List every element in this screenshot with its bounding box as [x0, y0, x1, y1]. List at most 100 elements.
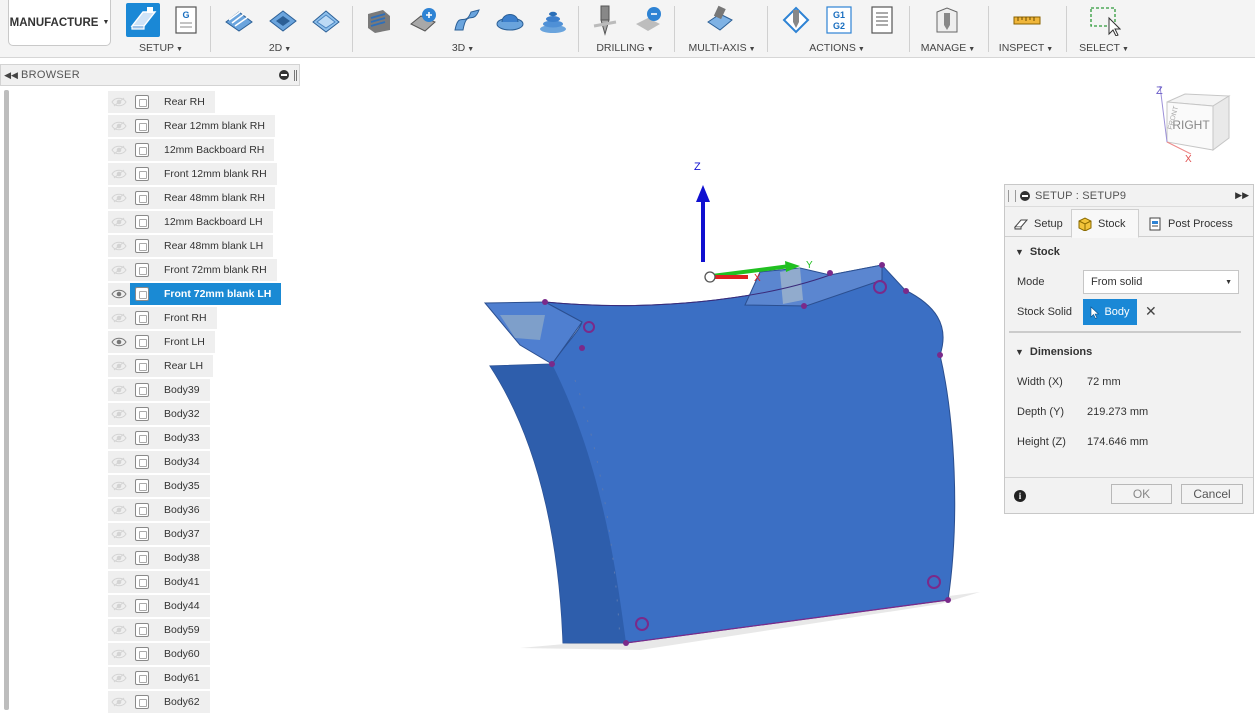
- browser-item[interactable]: Body62: [108, 691, 210, 713]
- 3d-parallel-icon[interactable]: [450, 3, 484, 37]
- stock-solid-selection[interactable]: Body: [1083, 299, 1137, 325]
- thread-icon[interactable]: [631, 3, 665, 37]
- browser-item-content[interactable]: Front 12mm blank RH: [130, 167, 277, 181]
- 3d-contour-icon[interactable]: [493, 3, 527, 37]
- eye-hidden-icon[interactable]: [108, 211, 130, 233]
- new-setup-icon[interactable]: [126, 3, 160, 37]
- browser-item-content[interactable]: Rear LH: [130, 359, 213, 373]
- cancel-button[interactable]: Cancel: [1181, 484, 1243, 504]
- eye-hidden-icon[interactable]: [108, 523, 130, 545]
- eye-hidden-icon[interactable]: [108, 667, 130, 689]
- tool-library-icon[interactable]: [930, 3, 964, 37]
- browser-item-content[interactable]: Body36: [130, 503, 210, 517]
- actions-group-label[interactable]: ACTIONS ▼: [809, 42, 865, 54]
- stock-section-header[interactable]: ▼ Stock: [1015, 246, 1060, 258]
- eye-hidden-icon[interactable]: [108, 427, 130, 449]
- browser-item-content[interactable]: Rear 48mm blank LH: [130, 239, 273, 253]
- eye-icon[interactable]: [108, 283, 130, 305]
- browser-item[interactable]: Body36: [108, 499, 210, 521]
- browser-item-content[interactable]: Body41: [130, 575, 210, 589]
- browser-item[interactable]: 12mm Backboard LH: [108, 211, 273, 233]
- browser-item-content[interactable]: Front RH: [130, 311, 217, 325]
- eye-hidden-icon[interactable]: [108, 499, 130, 521]
- measure-icon[interactable]: [1010, 3, 1044, 37]
- multi-axis-icon[interactable]: [703, 3, 737, 37]
- browser-item-content[interactable]: Body38: [130, 551, 210, 565]
- browser-item[interactable]: Body35: [108, 475, 210, 497]
- browser-item-content[interactable]: Body61: [130, 671, 210, 685]
- 3d-adaptive-icon[interactable]: [362, 3, 396, 37]
- browser-item[interactable]: Body34: [108, 451, 210, 473]
- 3d-group-label[interactable]: 3D ▼: [452, 42, 474, 54]
- eye-hidden-icon[interactable]: [108, 547, 130, 569]
- ok-button[interactable]: OK: [1111, 484, 1172, 504]
- dialog-titlebar[interactable]: SETUP : SETUP9 ▶▶: [1005, 185, 1253, 207]
- eye-hidden-icon[interactable]: [108, 595, 130, 617]
- tab-stock[interactable]: Stock: [1071, 209, 1139, 238]
- post-process-icon[interactable]: G1 G2: [822, 3, 856, 37]
- eye-hidden-icon[interactable]: [108, 187, 130, 209]
- browser-item[interactable]: Body38: [108, 547, 210, 569]
- browser-item-content[interactable]: Body44: [130, 599, 210, 613]
- multi-axis-group-label[interactable]: MULTI-AXIS ▼: [688, 42, 755, 54]
- eye-hidden-icon[interactable]: [108, 571, 130, 593]
- 2d-face-icon[interactable]: [309, 3, 343, 37]
- inspect-group-label[interactable]: INSPECT ▼: [999, 42, 1053, 54]
- browser-item-content[interactable]: Front 72mm blank LH: [130, 283, 282, 305]
- select-group-label[interactable]: SELECT ▼: [1079, 42, 1129, 54]
- setup-sheet-icon[interactable]: [865, 3, 899, 37]
- browser-item-content[interactable]: Body62: [130, 695, 210, 709]
- browser-item[interactable]: Body41: [108, 571, 210, 593]
- browser-item-content[interactable]: 12mm Backboard LH: [130, 215, 273, 229]
- eye-hidden-icon[interactable]: [108, 403, 130, 425]
- collapse-panel-icon[interactable]: ◀◀: [1, 70, 21, 81]
- browser-item[interactable]: 12mm Backboard RH: [108, 139, 275, 161]
- nc-program-icon[interactable]: G: [169, 3, 203, 37]
- 2d-pocket-icon[interactable]: [266, 3, 300, 37]
- browser-item-content[interactable]: 12mm Backboard RH: [130, 143, 274, 157]
- eye-hidden-icon[interactable]: [108, 451, 130, 473]
- 3d-scallop-icon[interactable]: [536, 3, 570, 37]
- browser-item[interactable]: Front RH: [108, 307, 217, 329]
- info-icon[interactable]: i: [1014, 490, 1026, 502]
- browser-item[interactable]: Body39: [108, 379, 210, 401]
- eye-hidden-icon[interactable]: [108, 259, 130, 281]
- browser-item[interactable]: Body32: [108, 403, 210, 425]
- browser-item[interactable]: Body59: [108, 619, 210, 641]
- tab-setup[interactable]: Setup: [1007, 209, 1069, 238]
- eye-hidden-icon[interactable]: [108, 115, 130, 137]
- panel-grip-icon[interactable]: [294, 70, 297, 81]
- minus-circle-icon[interactable]: [279, 70, 289, 80]
- browser-item-content[interactable]: Body35: [130, 479, 210, 493]
- drag-grip-icon[interactable]: [1008, 189, 1016, 202]
- browser-item[interactable]: Front LH: [108, 331, 215, 353]
- browser-item[interactable]: Body37: [108, 523, 210, 545]
- browser-item-content[interactable]: Body60: [130, 647, 210, 661]
- browser-item-content[interactable]: Rear 12mm blank RH: [130, 119, 275, 133]
- browser-item-content[interactable]: Body33: [130, 431, 210, 445]
- eye-hidden-icon[interactable]: [108, 643, 130, 665]
- workspace-switcher[interactable]: MANUFACTURE ▼: [8, 0, 111, 46]
- eye-hidden-icon[interactable]: [108, 691, 130, 713]
- drill-icon[interactable]: [588, 3, 622, 37]
- browser-item[interactable]: Front 72mm blank RH: [108, 259, 277, 281]
- browser-item[interactable]: Rear RH: [108, 91, 215, 113]
- mode-dropdown[interactable]: From solid ▼: [1083, 270, 1239, 294]
- browser-item[interactable]: Body33: [108, 427, 210, 449]
- eye-hidden-icon[interactable]: [108, 163, 130, 185]
- eye-hidden-icon[interactable]: [108, 139, 130, 161]
- browser-item[interactable]: Front 12mm blank RH: [108, 163, 277, 185]
- 2d-group-label[interactable]: 2D ▼: [269, 42, 291, 54]
- browser-item[interactable]: Rear LH: [108, 355, 214, 377]
- tab-post-process[interactable]: Post Process: [1141, 209, 1241, 238]
- browser-item[interactable]: Rear 12mm blank RH: [108, 115, 275, 137]
- eye-hidden-icon[interactable]: [108, 235, 130, 257]
- 2d-adaptive-icon[interactable]: [222, 3, 256, 37]
- cube-right-side[interactable]: [1212, 95, 1230, 151]
- eye-hidden-icon[interactable]: [108, 355, 130, 377]
- browser-item-content[interactable]: Front 72mm blank RH: [130, 263, 277, 277]
- browser-item-content[interactable]: Rear 48mm blank RH: [130, 191, 275, 205]
- browser-item-content[interactable]: Body59: [130, 623, 210, 637]
- manage-group-label[interactable]: MANAGE ▼: [921, 42, 975, 54]
- setup-group-label[interactable]: SETUP ▼: [139, 42, 183, 54]
